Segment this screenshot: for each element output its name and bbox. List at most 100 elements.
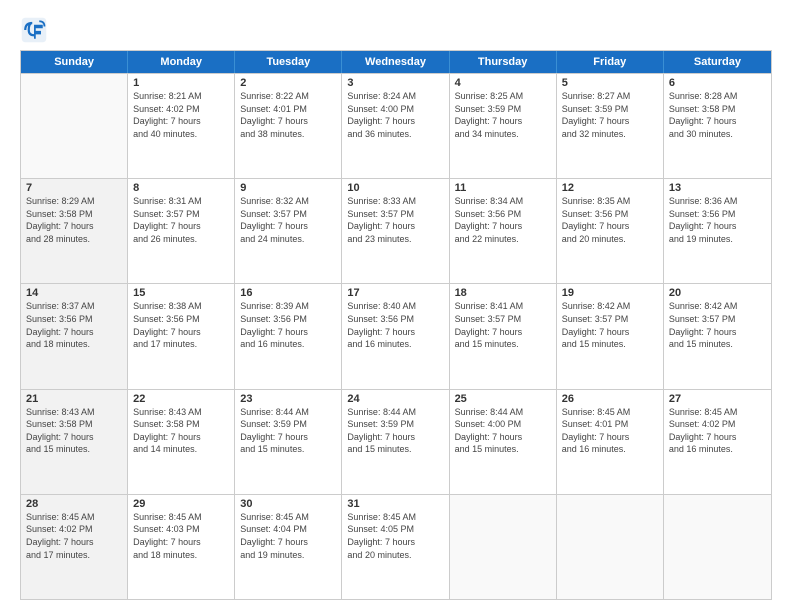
cell-info: Sunrise: 8:36 AM Sunset: 3:56 PM Dayligh… xyxy=(669,195,766,245)
day-number: 26 xyxy=(562,393,658,405)
day-number: 17 xyxy=(347,287,443,299)
cal-cell-0-6: 6Sunrise: 8:28 AM Sunset: 3:58 PM Daylig… xyxy=(664,74,771,178)
cal-cell-3-3: 24Sunrise: 8:44 AM Sunset: 3:59 PM Dayli… xyxy=(342,390,449,494)
day-number: 11 xyxy=(455,182,551,194)
cell-info: Sunrise: 8:39 AM Sunset: 3:56 PM Dayligh… xyxy=(240,300,336,350)
cal-cell-1-3: 10Sunrise: 8:33 AM Sunset: 3:57 PM Dayli… xyxy=(342,179,449,283)
cell-info: Sunrise: 8:32 AM Sunset: 3:57 PM Dayligh… xyxy=(240,195,336,245)
day-number: 3 xyxy=(347,77,443,89)
calendar-row-2: 14Sunrise: 8:37 AM Sunset: 3:56 PM Dayli… xyxy=(21,283,771,388)
day-number: 4 xyxy=(455,77,551,89)
logo-icon xyxy=(20,16,48,44)
cal-cell-4-0: 28Sunrise: 8:45 AM Sunset: 4:02 PM Dayli… xyxy=(21,495,128,599)
header-day-friday: Friday xyxy=(557,51,664,73)
day-number: 5 xyxy=(562,77,658,89)
day-number: 20 xyxy=(669,287,766,299)
cell-info: Sunrise: 8:38 AM Sunset: 3:56 PM Dayligh… xyxy=(133,300,229,350)
day-number: 24 xyxy=(347,393,443,405)
day-number: 27 xyxy=(669,393,766,405)
cal-cell-3-5: 26Sunrise: 8:45 AM Sunset: 4:01 PM Dayli… xyxy=(557,390,664,494)
cal-cell-4-5 xyxy=(557,495,664,599)
calendar-header: SundayMondayTuesdayWednesdayThursdayFrid… xyxy=(21,51,771,73)
page: SundayMondayTuesdayWednesdayThursdayFrid… xyxy=(0,0,792,612)
cal-cell-1-2: 9Sunrise: 8:32 AM Sunset: 3:57 PM Daylig… xyxy=(235,179,342,283)
day-number: 12 xyxy=(562,182,658,194)
day-number: 2 xyxy=(240,77,336,89)
header-day-saturday: Saturday xyxy=(664,51,771,73)
cal-cell-3-1: 22Sunrise: 8:43 AM Sunset: 3:58 PM Dayli… xyxy=(128,390,235,494)
day-number: 7 xyxy=(26,182,122,194)
day-number: 28 xyxy=(26,498,122,510)
cal-cell-3-4: 25Sunrise: 8:44 AM Sunset: 4:00 PM Dayli… xyxy=(450,390,557,494)
cell-info: Sunrise: 8:42 AM Sunset: 3:57 PM Dayligh… xyxy=(562,300,658,350)
calendar: SundayMondayTuesdayWednesdayThursdayFrid… xyxy=(20,50,772,600)
cal-cell-4-4 xyxy=(450,495,557,599)
calendar-row-0: 1Sunrise: 8:21 AM Sunset: 4:02 PM Daylig… xyxy=(21,73,771,178)
day-number: 10 xyxy=(347,182,443,194)
cell-info: Sunrise: 8:31 AM Sunset: 3:57 PM Dayligh… xyxy=(133,195,229,245)
cell-info: Sunrise: 8:29 AM Sunset: 3:58 PM Dayligh… xyxy=(26,195,122,245)
cell-info: Sunrise: 8:44 AM Sunset: 3:59 PM Dayligh… xyxy=(240,406,336,456)
cal-cell-3-0: 21Sunrise: 8:43 AM Sunset: 3:58 PM Dayli… xyxy=(21,390,128,494)
cell-info: Sunrise: 8:28 AM Sunset: 3:58 PM Dayligh… xyxy=(669,90,766,140)
day-number: 25 xyxy=(455,393,551,405)
cal-cell-1-1: 8Sunrise: 8:31 AM Sunset: 3:57 PM Daylig… xyxy=(128,179,235,283)
day-number: 8 xyxy=(133,182,229,194)
cell-info: Sunrise: 8:35 AM Sunset: 3:56 PM Dayligh… xyxy=(562,195,658,245)
cell-info: Sunrise: 8:43 AM Sunset: 3:58 PM Dayligh… xyxy=(133,406,229,456)
day-number: 21 xyxy=(26,393,122,405)
cal-cell-0-0 xyxy=(21,74,128,178)
header-day-wednesday: Wednesday xyxy=(342,51,449,73)
cal-cell-1-5: 12Sunrise: 8:35 AM Sunset: 3:56 PM Dayli… xyxy=(557,179,664,283)
day-number: 6 xyxy=(669,77,766,89)
cal-cell-2-5: 19Sunrise: 8:42 AM Sunset: 3:57 PM Dayli… xyxy=(557,284,664,388)
cal-cell-2-6: 20Sunrise: 8:42 AM Sunset: 3:57 PM Dayli… xyxy=(664,284,771,388)
cal-cell-2-2: 16Sunrise: 8:39 AM Sunset: 3:56 PM Dayli… xyxy=(235,284,342,388)
cell-info: Sunrise: 8:45 AM Sunset: 4:01 PM Dayligh… xyxy=(562,406,658,456)
cal-cell-3-6: 27Sunrise: 8:45 AM Sunset: 4:02 PM Dayli… xyxy=(664,390,771,494)
day-number: 14 xyxy=(26,287,122,299)
cell-info: Sunrise: 8:34 AM Sunset: 3:56 PM Dayligh… xyxy=(455,195,551,245)
calendar-row-4: 28Sunrise: 8:45 AM Sunset: 4:02 PM Dayli… xyxy=(21,494,771,599)
cell-info: Sunrise: 8:22 AM Sunset: 4:01 PM Dayligh… xyxy=(240,90,336,140)
cell-info: Sunrise: 8:44 AM Sunset: 4:00 PM Dayligh… xyxy=(455,406,551,456)
cell-info: Sunrise: 8:45 AM Sunset: 4:02 PM Dayligh… xyxy=(669,406,766,456)
cal-cell-4-1: 29Sunrise: 8:45 AM Sunset: 4:03 PM Dayli… xyxy=(128,495,235,599)
cal-cell-0-1: 1Sunrise: 8:21 AM Sunset: 4:02 PM Daylig… xyxy=(128,74,235,178)
cell-info: Sunrise: 8:25 AM Sunset: 3:59 PM Dayligh… xyxy=(455,90,551,140)
header-day-monday: Monday xyxy=(128,51,235,73)
day-number: 31 xyxy=(347,498,443,510)
cell-info: Sunrise: 8:45 AM Sunset: 4:05 PM Dayligh… xyxy=(347,511,443,561)
cal-cell-4-3: 31Sunrise: 8:45 AM Sunset: 4:05 PM Dayli… xyxy=(342,495,449,599)
header xyxy=(20,16,772,44)
cell-info: Sunrise: 8:41 AM Sunset: 3:57 PM Dayligh… xyxy=(455,300,551,350)
cell-info: Sunrise: 8:40 AM Sunset: 3:56 PM Dayligh… xyxy=(347,300,443,350)
day-number: 1 xyxy=(133,77,229,89)
cal-cell-2-1: 15Sunrise: 8:38 AM Sunset: 3:56 PM Dayli… xyxy=(128,284,235,388)
day-number: 23 xyxy=(240,393,336,405)
cell-info: Sunrise: 8:44 AM Sunset: 3:59 PM Dayligh… xyxy=(347,406,443,456)
day-number: 30 xyxy=(240,498,336,510)
cal-cell-0-3: 3Sunrise: 8:24 AM Sunset: 4:00 PM Daylig… xyxy=(342,74,449,178)
header-day-sunday: Sunday xyxy=(21,51,128,73)
cal-cell-0-4: 4Sunrise: 8:25 AM Sunset: 3:59 PM Daylig… xyxy=(450,74,557,178)
day-number: 22 xyxy=(133,393,229,405)
cal-cell-2-3: 17Sunrise: 8:40 AM Sunset: 3:56 PM Dayli… xyxy=(342,284,449,388)
cell-info: Sunrise: 8:45 AM Sunset: 4:04 PM Dayligh… xyxy=(240,511,336,561)
cell-info: Sunrise: 8:33 AM Sunset: 3:57 PM Dayligh… xyxy=(347,195,443,245)
cal-cell-0-2: 2Sunrise: 8:22 AM Sunset: 4:01 PM Daylig… xyxy=(235,74,342,178)
cal-cell-2-0: 14Sunrise: 8:37 AM Sunset: 3:56 PM Dayli… xyxy=(21,284,128,388)
day-number: 13 xyxy=(669,182,766,194)
calendar-row-1: 7Sunrise: 8:29 AM Sunset: 3:58 PM Daylig… xyxy=(21,178,771,283)
cal-cell-3-2: 23Sunrise: 8:44 AM Sunset: 3:59 PM Dayli… xyxy=(235,390,342,494)
cell-info: Sunrise: 8:43 AM Sunset: 3:58 PM Dayligh… xyxy=(26,406,122,456)
cal-cell-1-6: 13Sunrise: 8:36 AM Sunset: 3:56 PM Dayli… xyxy=(664,179,771,283)
cal-cell-4-6 xyxy=(664,495,771,599)
cal-cell-1-4: 11Sunrise: 8:34 AM Sunset: 3:56 PM Dayli… xyxy=(450,179,557,283)
day-number: 19 xyxy=(562,287,658,299)
header-day-thursday: Thursday xyxy=(450,51,557,73)
cal-cell-2-4: 18Sunrise: 8:41 AM Sunset: 3:57 PM Dayli… xyxy=(450,284,557,388)
day-number: 9 xyxy=(240,182,336,194)
cell-info: Sunrise: 8:42 AM Sunset: 3:57 PM Dayligh… xyxy=(669,300,766,350)
cell-info: Sunrise: 8:45 AM Sunset: 4:02 PM Dayligh… xyxy=(26,511,122,561)
